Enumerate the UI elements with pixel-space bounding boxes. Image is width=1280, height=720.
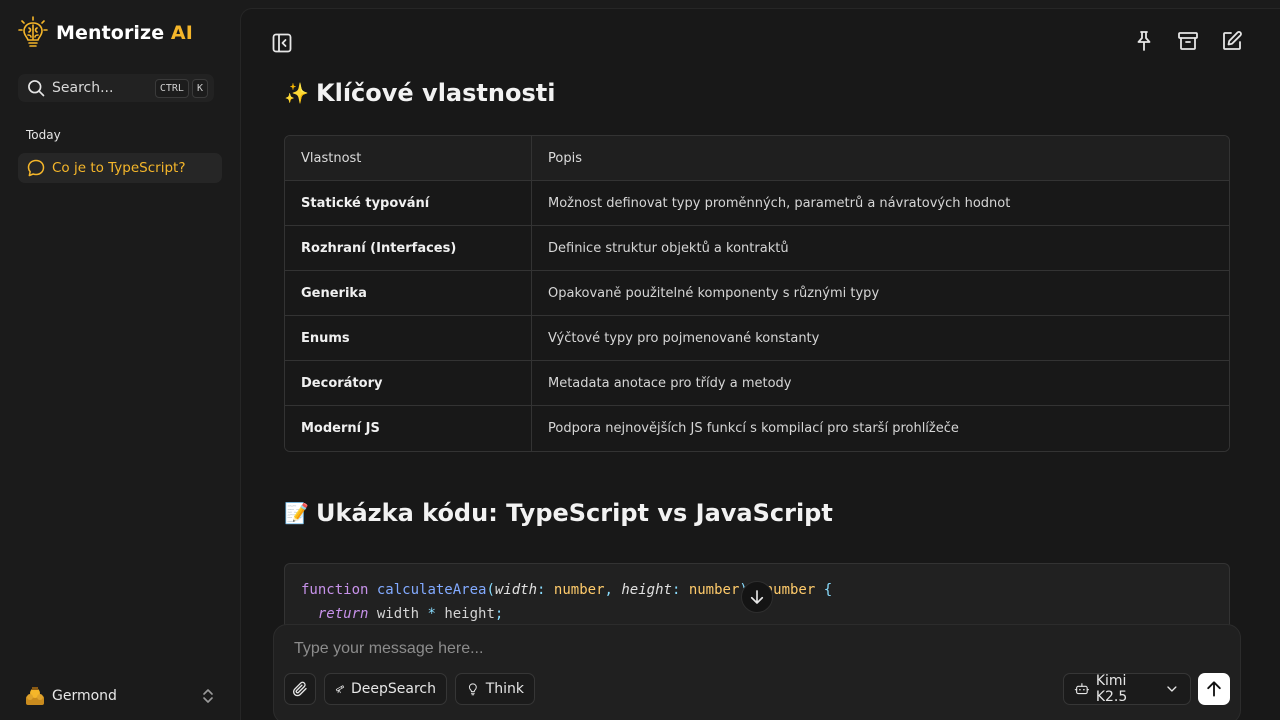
shortcut-key-k: K: [191, 78, 208, 98]
chevron-down-icon: [1167, 686, 1177, 692]
lightbulb-icon: [468, 683, 477, 696]
table-row: Decorátory Metadata anotace pro třídy a …: [285, 361, 1229, 406]
memo-icon: 📝: [284, 501, 309, 525]
deepsearch-label: DeepSearch: [351, 681, 436, 697]
search-button[interactable]: Search... CTRL K: [18, 74, 214, 102]
table-cell-description: Možnost definovat typy proměnných, param…: [532, 181, 1229, 226]
new-chat-icon: [1223, 31, 1242, 50]
model-selector[interactable]: Kimi K2.5: [1063, 673, 1191, 705]
table-cell-feature: Statické typování: [285, 181, 532, 226]
table-cell-feature: Generika: [285, 271, 532, 316]
think-label: Think: [485, 681, 524, 697]
section-heading-features: ✨ Klíčové vlastnosti: [284, 79, 555, 107]
user-menu[interactable]: Germond: [24, 684, 216, 708]
table-cell-description: Opakovaně použitelné komponenty s různým…: [532, 271, 1229, 316]
think-button[interactable]: Think: [455, 673, 535, 705]
table-header-row: Vlastnost Popis: [285, 136, 1229, 181]
table-cell-feature: Moderní JS: [285, 406, 532, 451]
features-table: Vlastnost Popis Statické typování Možnos…: [284, 135, 1230, 452]
archive-button[interactable]: [1176, 29, 1200, 53]
sidebar: Mentorize AI Search... CTRL K Today Co j…: [0, 0, 240, 720]
new-chat-button[interactable]: [1220, 29, 1244, 53]
section-heading-text: Klíčové vlastnosti: [316, 79, 556, 107]
table-cell-feature: Decorátory: [285, 361, 532, 406]
table-header-cell: Vlastnost: [285, 136, 532, 181]
brand-name: Mentorize AI: [56, 22, 193, 44]
pin-icon: [1137, 31, 1151, 51]
table-cell-description: Metadata anotace pro třídy a metody: [532, 361, 1229, 406]
message-input[interactable]: [294, 637, 994, 661]
section-label-today: Today: [26, 128, 61, 142]
table-row: Moderní JS Podpora nejnovějších JS funkc…: [285, 406, 1229, 451]
robot-icon: [1074, 683, 1090, 695]
main-panel: ✨ Klíčové vlastnosti Vlastnost Popis Sta…: [240, 8, 1280, 720]
telescope-icon: [335, 685, 345, 694]
deepsearch-button[interactable]: DeepSearch: [324, 673, 447, 705]
lightbulb-brain-logo-icon: [18, 16, 48, 47]
app-root: Mentorize AI Search... CTRL K Today Co j…: [0, 0, 1280, 720]
archive-icon: [1178, 32, 1198, 50]
avatar-icon: [26, 687, 44, 705]
chat-bubble-icon: [27, 159, 45, 177]
table-row: Rozhraní (Interfaces) Definice struktur …: [285, 226, 1229, 271]
sidebar-toggle-icon: [272, 33, 292, 53]
section-heading-code-sample: 📝 Ukázka kódu: TypeScript vs JavaScript: [284, 499, 833, 527]
paperclip-icon: [292, 681, 307, 697]
table-cell-feature: Rozhraní (Interfaces): [285, 226, 532, 271]
table-header-cell: Popis: [532, 136, 1229, 181]
shortcut-key-ctrl: CTRL: [154, 78, 189, 98]
sparkles-icon: ✨: [284, 81, 309, 105]
scroll-to-bottom-button[interactable]: [741, 581, 773, 613]
attach-button[interactable]: [284, 673, 316, 705]
model-label: Kimi K2.5: [1095, 673, 1128, 705]
section-heading-text: Ukázka kódu: TypeScript vs JavaScript: [316, 499, 833, 527]
search-icon: [28, 80, 45, 97]
table-cell-description: Výčtové typy pro pojmenované konstanty: [532, 316, 1229, 361]
user-name: Germond: [52, 688, 117, 704]
sidebar-toggle-button[interactable]: [270, 31, 294, 55]
chevron-up-down-icon: [203, 689, 213, 703]
chat-item-active[interactable]: Co je to TypeScript?: [18, 153, 222, 183]
arrow-up-icon: [1207, 681, 1221, 697]
message-composer: DeepSearch Think Kimi K2.5: [273, 624, 1241, 720]
table-row: Enums Výčtové typy pro pojmenované konst…: [285, 316, 1229, 361]
send-button[interactable]: [1198, 673, 1230, 705]
table-cell-feature: Enums: [285, 316, 532, 361]
chat-item-title: Co je to TypeScript?: [52, 160, 186, 176]
table-row: Statické typování Možnost definovat typy…: [285, 181, 1229, 226]
arrow-down-icon: [750, 590, 764, 604]
table-cell-description: Definice struktur objektů a kontraktů: [532, 226, 1229, 271]
pin-button[interactable]: [1132, 29, 1156, 53]
table-row: Generika Opakovaně použitelné komponenty…: [285, 271, 1229, 316]
brand[interactable]: Mentorize AI: [18, 16, 193, 50]
search-placeholder: Search...: [52, 80, 114, 96]
table-cell-description: Podpora nejnovějších JS funkcí s kompila…: [532, 406, 1229, 451]
